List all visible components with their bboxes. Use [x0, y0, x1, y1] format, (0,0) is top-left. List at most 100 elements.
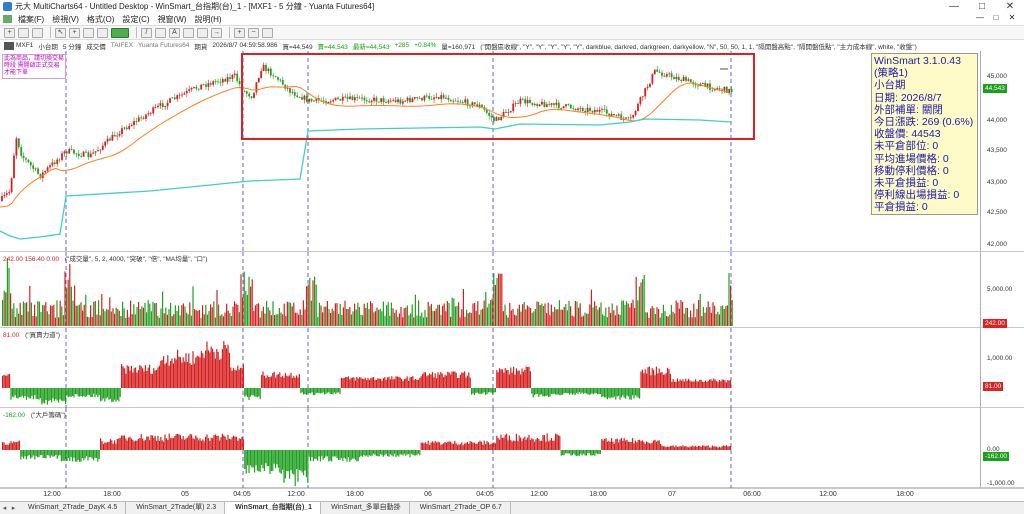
big-player-chart-svg[interactable] — [0, 408, 980, 488]
volume-bar — [707, 301, 709, 326]
volume-bar — [190, 315, 192, 326]
new-icon[interactable]: + — [4, 27, 15, 38]
chart-trading-icon[interactable] — [111, 27, 129, 38]
power-panel[interactable]: 81.00 ("買賣力道") — [0, 328, 980, 408]
big-player-bar — [405, 450, 407, 456]
power-bar — [290, 372, 292, 388]
close-button[interactable]: ✕ — [996, 0, 1024, 13]
doc-close-button[interactable]: ✕ — [1004, 13, 1020, 22]
menu-view[interactable]: 檢視(V) — [48, 14, 83, 25]
volume-bar — [701, 316, 703, 326]
power-bar — [556, 388, 558, 395]
text-tool-icon[interactable]: A — [169, 27, 180, 38]
candle-body — [10, 178, 13, 193]
tab-prev-icon[interactable]: ◂ — [0, 504, 9, 512]
power-bar — [605, 388, 607, 398]
zoom-icon[interactable] — [83, 27, 94, 38]
volume-bar — [234, 301, 236, 326]
big-player-panel[interactable]: -162.00 ("大戶籌碼") — [0, 408, 980, 488]
volume-bar — [328, 309, 330, 326]
big-player-bar — [51, 450, 53, 456]
save-icon[interactable] — [32, 27, 43, 38]
power-bar — [573, 388, 575, 394]
power-bar — [34, 388, 36, 396]
cursor-icon[interactable]: ↖ — [55, 27, 66, 38]
volume-bar — [347, 309, 349, 326]
volume-bar — [578, 307, 580, 326]
volume-bar — [138, 302, 140, 326]
tab-auto-long[interactable]: WinSmart_多單自動掛 — [321, 502, 410, 514]
price-axis[interactable]: 45,000 44,000 43,500 43,000 42,500 42,00… — [980, 51, 1024, 252]
channel-tool-icon[interactable] — [197, 27, 208, 38]
big-player-bar — [196, 437, 198, 450]
power-bar — [207, 350, 209, 388]
settings-icon[interactable] — [262, 27, 273, 38]
volume-bar — [245, 291, 247, 326]
minimize-button[interactable]: — — [940, 0, 968, 13]
power-bar — [370, 378, 372, 388]
menu-window[interactable]: 視窗(W) — [154, 14, 191, 25]
candle-body — [133, 121, 135, 126]
crosshair-icon[interactable]: + — [69, 27, 80, 38]
menu-format[interactable]: 格式(O) — [83, 14, 119, 25]
menu-settings[interactable]: 設定(C) — [118, 14, 153, 25]
big-player-bar — [399, 450, 401, 455]
volume-bar — [565, 304, 567, 326]
doc-minimize-button[interactable]: — — [972, 13, 988, 22]
time-axis[interactable]: 12:00 18:00 05 04:05 12:00 18:00 06 04:0… — [0, 488, 1024, 501]
big-player-bar — [696, 446, 698, 450]
tab-options[interactable]: WinSmart_2Trade_OP 6.7 — [410, 502, 511, 514]
menu-file[interactable]: 檔案(F) — [14, 14, 48, 25]
power-bar — [261, 375, 263, 388]
tab-daytrade[interactable]: WinSmart_2Trade_DayK 4.5 — [18, 502, 127, 514]
power-chart-svg[interactable] — [0, 328, 980, 408]
hand-icon[interactable] — [97, 27, 108, 38]
candle-body — [68, 149, 71, 154]
power-bar — [60, 388, 62, 401]
volume-bar — [466, 309, 468, 326]
big-player-axis[interactable]: 0.00 -1,000.00 -162.00 — [980, 408, 1024, 488]
power-bar — [363, 378, 365, 388]
big-player-bar — [462, 445, 464, 450]
power-axis[interactable]: 1,000.00 81.00 — [980, 328, 1024, 408]
tab-next-icon[interactable]: ▸ — [9, 504, 18, 512]
zoom-out-icon[interactable]: − — [248, 27, 259, 38]
tab-active-chart[interactable]: WinSmart_台指期(台)_1 — [225, 502, 322, 514]
volume-bar — [453, 298, 455, 326]
volume-bar — [376, 307, 378, 326]
zoom-in-icon[interactable]: + — [234, 27, 245, 38]
doc-restore-button[interactable]: □ — [988, 13, 1004, 22]
line-tool-icon[interactable]: / — [141, 27, 152, 38]
power-bar — [725, 382, 727, 388]
ruler-icon[interactable] — [155, 27, 166, 38]
volume-panel[interactable]: 242.00 156.40 0.00 ("成交量", 5, 2, 4000, "… — [0, 252, 980, 328]
big-player-bar — [465, 443, 467, 450]
last-price-label: 44,543 — [983, 84, 1007, 93]
big-player-bar — [91, 450, 93, 459]
candle-body — [113, 134, 116, 137]
big-player-bar — [566, 450, 568, 454]
big-player-bar — [21, 450, 23, 457]
volume-bar — [334, 303, 336, 326]
menu-help[interactable]: 說明(H) — [190, 14, 225, 25]
maximize-button[interactable]: □ — [968, 0, 996, 13]
power-bar — [105, 388, 107, 399]
fib-tool-icon[interactable] — [183, 27, 194, 38]
open-icon[interactable] — [18, 27, 29, 38]
volume-chart-svg[interactable] — [0, 252, 980, 328]
big-player-bar — [494, 443, 496, 450]
volume-bar — [123, 308, 125, 326]
volume-bar — [579, 303, 581, 326]
power-bar — [268, 376, 270, 388]
power-bar — [31, 388, 33, 396]
power-bar — [175, 359, 177, 388]
volume-bar — [696, 308, 698, 326]
arrow-tool-icon[interactable]: → — [211, 27, 222, 38]
candle-body — [37, 168, 39, 174]
candle-body — [82, 151, 85, 157]
tab-single[interactable]: WinSmart_2Trade(單) 2.3 — [126, 502, 226, 514]
big-player-bar — [651, 442, 653, 450]
volume-axis[interactable]: 5,000.00 242.00 — [980, 252, 1024, 328]
volume-bar — [566, 310, 568, 326]
big-player-bar — [640, 441, 642, 450]
